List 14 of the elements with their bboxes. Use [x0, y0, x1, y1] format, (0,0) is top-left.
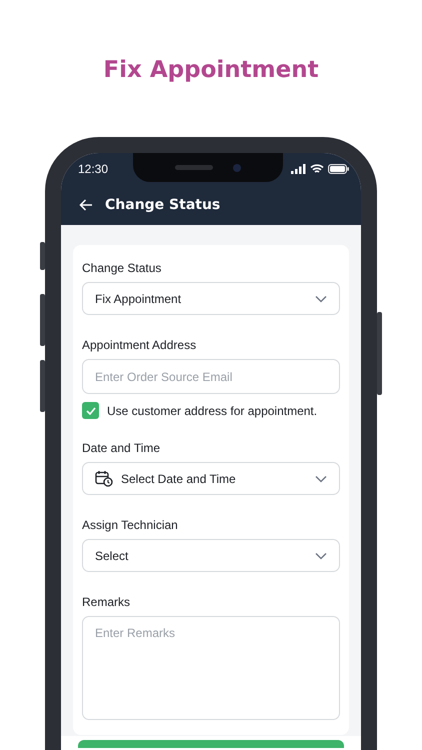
- screen-title: Change Status: [105, 197, 220, 213]
- select-field[interactable]: Select: [82, 539, 340, 572]
- address-input[interactable]: Enter Order Source Email: [82, 359, 340, 394]
- field-label: Change Status: [82, 261, 162, 275]
- checkbox-label: Use customer address for appointment.: [107, 404, 318, 418]
- page-title: Fix Appointment: [103, 57, 319, 85]
- select-field[interactable]: Select Date and Time: [82, 462, 340, 495]
- select-field[interactable]: Fix Appointment: [82, 282, 340, 315]
- field-label: Date and Time: [82, 441, 162, 455]
- remarks-field[interactable]: Enter Remarks: [82, 616, 340, 720]
- field-label: Remarks: [82, 595, 132, 609]
- field-label: Appointment Address: [82, 338, 198, 352]
- field-label: Assign Technician: [82, 518, 179, 532]
- status-time: 12:30: [78, 162, 108, 176]
